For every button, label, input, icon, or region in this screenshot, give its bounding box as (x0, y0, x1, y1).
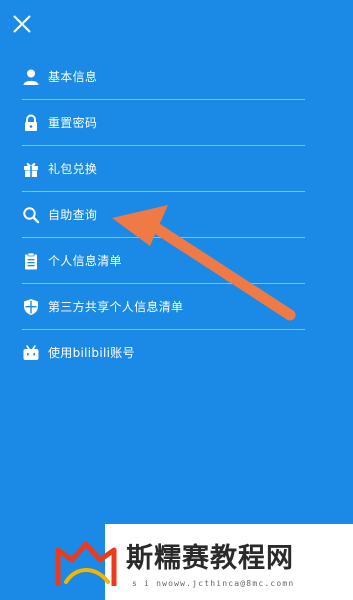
menu-item-basic-info[interactable]: 基本信息 (22, 54, 305, 100)
close-button[interactable] (8, 10, 36, 38)
menu-list: 基本信息 重置密码 礼包兑换 自助查询 个人信息清单 第三方共享个人信息清单 使… (22, 54, 305, 375)
user-icon (22, 68, 40, 86)
lock-icon (22, 114, 40, 132)
search-icon (22, 206, 40, 224)
menu-item-personal-info-list[interactable]: 个人信息清单 (22, 238, 305, 284)
menu-item-label: 使用bilibili账号 (48, 346, 135, 360)
bilibili-tv-icon (22, 344, 40, 362)
menu-item-label: 基本信息 (48, 70, 98, 84)
menu-item-self-query[interactable]: 自助查询 (22, 192, 305, 238)
menu-item-third-party-sharing-list[interactable]: 第三方共享个人信息清单 (22, 284, 305, 330)
watermark-url: s i nwoww.jcthinca@8mc.comn (132, 579, 295, 588)
menu-item-label: 自助查询 (48, 208, 98, 222)
clipboard-icon (22, 252, 40, 270)
menu-item-bilibili-account[interactable]: 使用bilibili账号 (22, 330, 305, 375)
side-menu-panel: 基本信息 重置密码 礼包兑换 自助查询 个人信息清单 第三方共享个人信息清单 使… (0, 0, 353, 600)
watermark-logo-icon (55, 541, 117, 586)
menu-item-gift-redeem[interactable]: 礼包兑换 (22, 146, 305, 192)
menu-item-label: 礼包兑换 (48, 162, 98, 176)
menu-item-label: 第三方共享个人信息清单 (48, 300, 184, 314)
gift-icon (22, 160, 40, 178)
menu-item-label: 个人信息清单 (48, 254, 122, 268)
close-icon (13, 15, 31, 33)
menu-item-label: 重置密码 (48, 116, 98, 130)
shield-icon (22, 298, 40, 316)
watermark-title: 斯糯赛教程网 (126, 543, 294, 574)
menu-item-reset-password[interactable]: 重置密码 (22, 100, 305, 146)
